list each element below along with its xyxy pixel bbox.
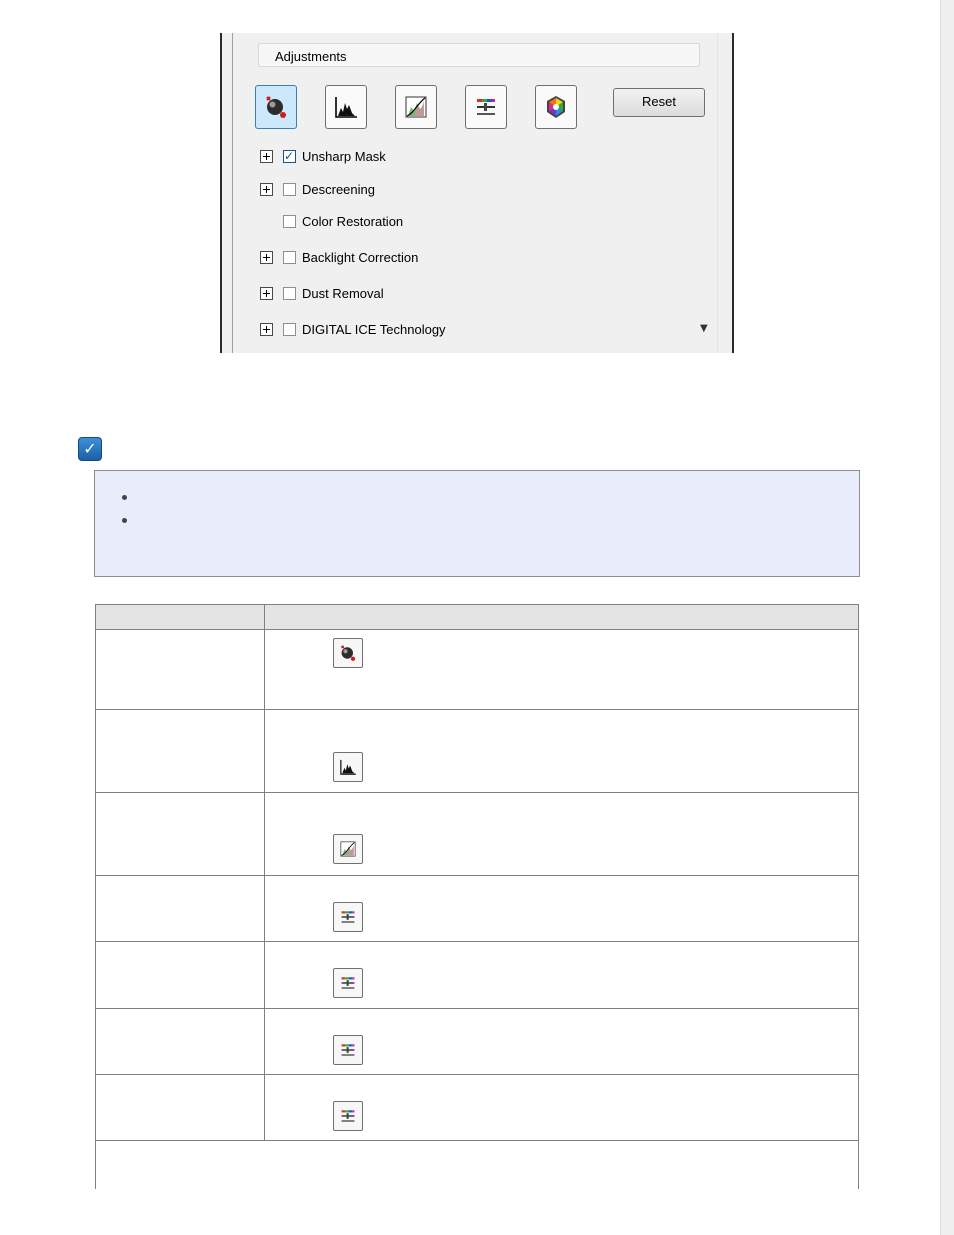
option-backlight-correction[interactable]: Backlight Correction bbox=[260, 248, 418, 266]
check-icon: ✓ bbox=[284, 148, 295, 163]
table-footer-area bbox=[96, 1141, 858, 1189]
expand-icon[interactable] bbox=[260, 250, 273, 264]
option-dust-removal[interactable]: Dust Removal bbox=[260, 284, 384, 302]
image-adjustment-button[interactable] bbox=[465, 85, 507, 129]
tone-curve-icon bbox=[405, 96, 427, 118]
image-adjustment-icon bbox=[341, 1044, 355, 1056]
bullet-icon bbox=[122, 495, 127, 500]
panel-content: Adjustments Reset ✓ Unsharp Mask Descree… bbox=[232, 33, 720, 353]
note-check-icon: ✓ bbox=[78, 437, 102, 461]
adjustments-header[interactable]: Adjustments bbox=[258, 43, 700, 67]
color-palette-button[interactable] bbox=[535, 85, 577, 129]
image-adjustment-button[interactable] bbox=[333, 1101, 363, 1131]
descreening-checkbox[interactable] bbox=[283, 182, 296, 196]
page-scrollbar[interactable] bbox=[940, 0, 954, 1235]
option-descreening[interactable]: Descreening bbox=[260, 180, 375, 198]
option-label: DIGITAL ICE Technology bbox=[302, 321, 446, 337]
panel-scrollbar[interactable] bbox=[717, 33, 732, 353]
option-label: Dust Removal bbox=[302, 285, 384, 301]
table-header-row bbox=[96, 604, 858, 630]
image-adjustment-icon bbox=[341, 977, 355, 989]
histogram-button[interactable] bbox=[325, 85, 367, 129]
dust-removal-checkbox[interactable] bbox=[283, 286, 296, 300]
option-color-restoration[interactable]: Color Restoration bbox=[260, 212, 403, 230]
adjustments-panel: Adjustments Reset ✓ Unsharp Mask Descree… bbox=[220, 33, 734, 353]
option-label: Color Restoration bbox=[302, 213, 404, 229]
note-box bbox=[94, 470, 860, 577]
auto-exposure-icon bbox=[266, 96, 286, 118]
color-palette-icon bbox=[547, 96, 565, 118]
header-cell bbox=[265, 605, 858, 629]
image-adjustment-button[interactable] bbox=[333, 968, 363, 998]
bullet-icon bbox=[122, 518, 127, 523]
table-row bbox=[96, 630, 858, 710]
tone-curve-icon bbox=[340, 841, 356, 857]
option-unsharp-mask[interactable]: ✓ Unsharp Mask bbox=[260, 147, 386, 165]
scroll-down-icon[interactable]: ▼ bbox=[700, 323, 708, 334]
table-row bbox=[96, 793, 858, 876]
header-cell bbox=[96, 605, 265, 629]
tone-curve-button[interactable] bbox=[395, 85, 437, 129]
auto-exposure-button[interactable] bbox=[255, 85, 297, 129]
table-row bbox=[96, 1009, 858, 1075]
backlight-correction-checkbox[interactable] bbox=[283, 250, 296, 264]
option-label: Descreening bbox=[302, 181, 375, 197]
digital-ice-checkbox[interactable] bbox=[283, 322, 296, 336]
expand-icon[interactable] bbox=[260, 286, 273, 300]
table-row bbox=[96, 876, 858, 942]
option-label: Unsharp Mask bbox=[302, 148, 386, 164]
option-label: Backlight Correction bbox=[302, 249, 419, 265]
tone-curve-button[interactable] bbox=[333, 834, 363, 864]
image-adjustment-button[interactable] bbox=[333, 1035, 363, 1065]
table-row bbox=[96, 710, 858, 793]
auto-exposure-icon bbox=[341, 645, 356, 661]
color-restoration-checkbox[interactable] bbox=[283, 214, 296, 228]
expand-icon[interactable] bbox=[260, 322, 273, 336]
histogram-icon bbox=[335, 97, 357, 118]
histogram-icon bbox=[340, 759, 356, 775]
table-row bbox=[96, 942, 858, 1009]
histogram-button[interactable] bbox=[333, 752, 363, 782]
image-adjustment-icon bbox=[477, 99, 495, 115]
reset-button[interactable]: Reset bbox=[613, 88, 705, 117]
auto-exposure-button[interactable] bbox=[333, 638, 363, 668]
image-adjustment-button[interactable] bbox=[333, 902, 363, 932]
adjustments-table bbox=[95, 604, 859, 1189]
image-adjustment-icon bbox=[341, 911, 355, 923]
expand-icon[interactable] bbox=[260, 149, 273, 163]
expand-icon[interactable] bbox=[260, 182, 273, 196]
table-row bbox=[96, 1075, 858, 1141]
unsharp-mask-checkbox[interactable]: ✓ bbox=[283, 148, 296, 163]
image-adjustment-icon bbox=[341, 1110, 355, 1122]
option-digital-ice[interactable]: DIGITAL ICE Technology bbox=[260, 320, 446, 338]
